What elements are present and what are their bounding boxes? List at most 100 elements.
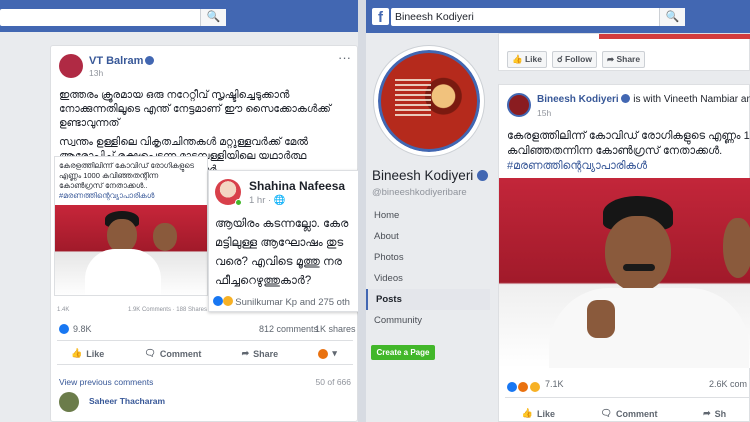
post-text-line: ഇത്തരം ക്രൂരമായ ഒരു നറേറ്റീവ് സൃഷ്ടിച്ചെ… — [59, 89, 290, 101]
share-page-button[interactable]: ➦ Share — [601, 51, 646, 68]
nav-about[interactable]: About — [366, 226, 490, 247]
popup-text-line: വരെ? എവിടെ മൂത്തു നര — [215, 256, 342, 268]
left-screenshot: 🔍 VT Balram 13h ··· ഇത്തരം ക്രൂരമായ ഒരു … — [0, 0, 366, 422]
right-screenshot: f Bineesh Kodiyeri 🔍 Bineesh Kodiyeri @b… — [366, 0, 750, 422]
reaction-icons[interactable] — [507, 379, 540, 397]
reaction-selector-icon — [318, 348, 329, 359]
comment-label: Comment — [616, 408, 658, 419]
avatar[interactable] — [59, 54, 83, 78]
post-text-line: കവിഞ്ഞതന്നിന്ന കോൺഗ്രസ് നേതാക്കൾ. — [507, 145, 723, 157]
divider — [57, 340, 353, 341]
like-button[interactable]: 👍 Like — [71, 348, 104, 359]
commenter-avatar[interactable] — [59, 392, 79, 412]
shared-post-image[interactable]: കേരളത്തിലിന്ന് കോവിഡ് രോഗികളുടെ എണ്ണം 10… — [54, 156, 208, 296]
more-options-icon[interactable]: ··· — [338, 50, 351, 65]
nav-posts[interactable]: Posts — [366, 289, 490, 310]
comment-button[interactable]: 🗨 Comment — [144, 348, 201, 359]
search-value: Bineesh Kodiyeri — [395, 11, 474, 23]
post-photo[interactable] — [499, 178, 750, 368]
nav-home[interactable]: Home — [366, 205, 490, 226]
post-author[interactable]: VT Balram — [89, 55, 143, 67]
share-button[interactable]: ➦ Sh — [703, 408, 726, 419]
online-status-icon — [235, 199, 242, 206]
post-text-line: സ്വന്തം ഉള്ളിലെ വികൃതചിന്തകൾ മറ്റുള്ളവർക… — [59, 136, 309, 148]
reactions-count[interactable]: 7.1K — [545, 379, 564, 389]
verified-icon — [145, 56, 154, 65]
create-page-button[interactable]: Create a Page — [371, 345, 435, 360]
nav-photos[interactable]: Photos — [366, 247, 490, 268]
divider — [358, 0, 366, 422]
photo-face — [605, 216, 671, 292]
search-input[interactable]: Bineesh Kodiyeri 🔍 — [391, 8, 685, 26]
overlay-post: Shahina Nafeesa 1 hr · 🌐 ആയിരം കടന്നല്ലോ… — [208, 170, 366, 312]
post-hashtag[interactable]: #മരണത്തിന്റെവ്യാപാരികൾ — [507, 159, 750, 174]
thumbs-up-icon: 👍 — [71, 348, 83, 358]
post-time[interactable]: 13h — [89, 68, 103, 78]
share-label: Sh — [714, 408, 727, 419]
post-author[interactable]: Bineesh Kodiyeri — [537, 94, 619, 105]
facebook-logo-icon[interactable]: f — [372, 8, 389, 26]
comments-count[interactable]: 812 comments — [259, 324, 318, 334]
shared-text-line: എണ്ണം 1000 കവിഞ്ഞതന്റിന്ന — [59, 171, 159, 180]
haha-reaction-icon — [529, 382, 540, 392]
commenter-name[interactable]: Saheer Thacharam — [89, 396, 165, 406]
divider — [505, 397, 750, 398]
share-page-label: Share — [616, 54, 641, 64]
like-reaction-icon — [213, 296, 223, 306]
profile-picture[interactable] — [374, 46, 484, 156]
shares-count[interactable]: 1K shares — [315, 324, 356, 334]
sad-reaction-icon — [222, 296, 233, 306]
like-reaction-icon — [507, 382, 517, 392]
like-page-button[interactable]: 👍 Like — [507, 51, 547, 68]
post-actions: 👍 Like 🗨 Comment ➦ Sh — [499, 408, 749, 419]
like-button[interactable]: 👍 Like — [522, 408, 555, 419]
post-text-line: ഉണ്ടാവുന്നത് — [59, 117, 120, 129]
thumbs-up-hand — [587, 300, 615, 338]
search-icon[interactable]: 🔍 — [200, 9, 226, 26]
post-actions: 👍 Like 🗨 Comment ➦ Share ▾ — [51, 348, 357, 359]
shared-reactions-count: 1.4K — [57, 307, 70, 313]
post-text: കേരളത്തിലിന്ന് കോവിഡ് രോഗികളുടെ എണ്ണം 1 … — [507, 129, 750, 174]
share-icon: ➦ — [703, 408, 711, 418]
shared-comment-stats: 1.9K Comments · 188 Shares — [127, 307, 207, 313]
view-previous-comments[interactable]: View previous comments — [59, 377, 153, 387]
post-card: Bineesh Kodiyeri is with Vineeth Nambiar… — [498, 84, 750, 422]
follow-button[interactable]: ☌ Follow — [551, 51, 597, 68]
reactions-count[interactable]: 9.8K — [73, 324, 92, 334]
page-handle[interactable]: @bineeshkodiyeribare — [372, 187, 467, 198]
post-time[interactable]: 15h — [537, 108, 551, 118]
popup-reactors: Sunilkumar Kp and 275 oth — [235, 297, 350, 308]
comment-button[interactable]: 🗨 Comment — [601, 408, 658, 419]
shared-text-line: കേരളത്തിലിന്ന് കോവിഡ് രോഗികളുടെ — [59, 161, 195, 170]
tagged-with[interactable]: is with Vineeth Nambiar and R — [633, 94, 750, 105]
author-avatar[interactable] — [507, 93, 531, 117]
follow-label: Follow — [565, 54, 592, 64]
shared-hashtag[interactable]: #മരണത്തിന്റെവ്യാപാരികൾ — [59, 191, 194, 201]
share-label: Share — [253, 348, 279, 359]
post-author-line: Bineesh Kodiyeri is with Vineeth Nambiar… — [537, 94, 750, 105]
reaction-selector[interactable]: ▾ — [318, 348, 337, 359]
share-button[interactable]: ➦ Share — [242, 348, 279, 359]
cover-strip — [599, 34, 750, 39]
top-bar: f Bineesh Kodiyeri 🔍 — [366, 0, 750, 33]
shared-stats: 1.4K 1.9K Comments · 188 Shares — [57, 307, 207, 313]
search-input[interactable]: 🔍 — [0, 9, 226, 26]
like-page-label: Like — [524, 54, 542, 64]
verified-icon — [477, 170, 489, 181]
nav-community[interactable]: Community — [366, 310, 490, 331]
popup-author[interactable]: Shahina Nafeesa — [249, 179, 345, 193]
photo-text-block — [395, 79, 431, 119]
like-label: Like — [86, 348, 105, 359]
popup-time: 1 hr · 🌐 — [249, 195, 286, 206]
search-icon[interactable]: 🔍 — [659, 8, 685, 26]
comment-label: Comment — [159, 348, 202, 359]
popup-reactions[interactable]: Sunilkumar Kp and 275 oth — [213, 296, 350, 308]
comment-pagination: 50 of 666 — [315, 377, 351, 387]
comments-count[interactable]: 2.6K com — [709, 379, 747, 389]
photo-shirt — [549, 288, 749, 368]
page-name[interactable]: Bineesh Kodiyeri — [372, 168, 489, 183]
nav-videos[interactable]: Videos — [366, 268, 490, 289]
like-label: Like — [537, 408, 556, 419]
popup-text-line: മട്ടിലുള്ള ആഘോഷം തുട — [215, 237, 344, 249]
popup-text-line: ഫീച്ചറെഴുത്തുകാർ? — [215, 275, 312, 287]
